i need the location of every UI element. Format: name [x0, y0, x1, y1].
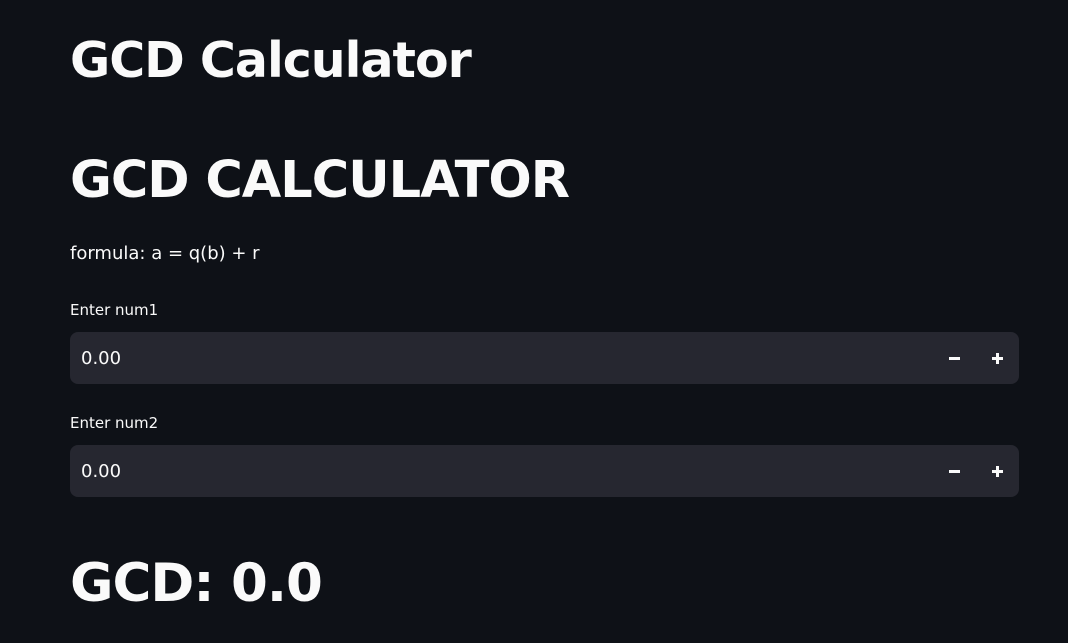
num1-decrement-button[interactable]: [936, 340, 972, 376]
num1-stepper: [70, 332, 1019, 384]
num2-stepper: [70, 445, 1019, 497]
formula-text: formula: a = q(b) + r: [70, 243, 260, 264]
gcd-result: GCD: 0.0: [70, 553, 323, 614]
section-title: GCD CALCULATOR: [70, 151, 570, 210]
num2-decrement-button[interactable]: [936, 453, 972, 489]
num2-input[interactable]: [70, 445, 930, 497]
page-title: GCD Calculator: [70, 32, 472, 89]
num1-label: Enter num1: [70, 301, 159, 319]
num2-label: Enter num2: [70, 414, 159, 432]
plus-icon: [991, 352, 1003, 364]
num2-increment-button[interactable]: [979, 453, 1015, 489]
minus-icon: [948, 356, 960, 360]
main-content: GCD Calculator GCD CALCULATOR formula: a…: [0, 0, 1068, 643]
minus-icon: [948, 469, 960, 473]
plus-icon: [991, 465, 1003, 477]
num1-increment-button[interactable]: [979, 340, 1015, 376]
num1-input[interactable]: [70, 332, 930, 384]
